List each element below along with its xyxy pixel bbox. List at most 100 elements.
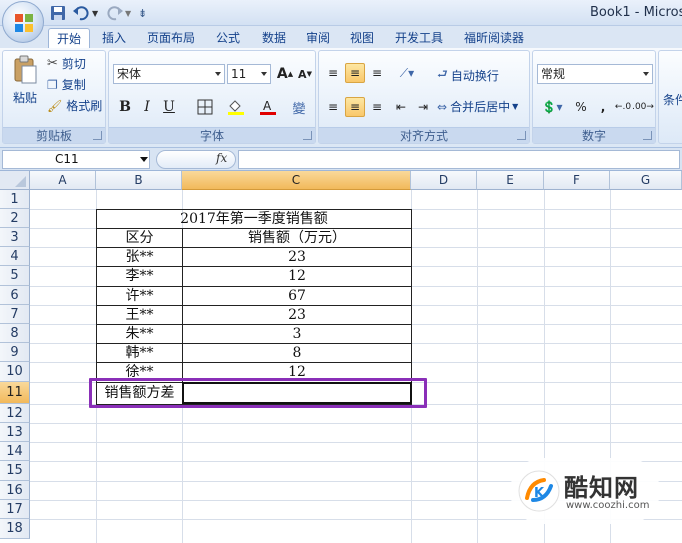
tab-page-layout[interactable]: 页面布局	[140, 28, 202, 48]
table-cell-name[interactable]: 许**	[97, 286, 182, 305]
fill-color-button[interactable]	[223, 97, 249, 117]
row-header-15[interactable]: 15	[0, 461, 30, 481]
clipboard-launcher-icon[interactable]	[93, 131, 102, 140]
cut-button[interactable]: ✂ 剪切	[47, 55, 86, 72]
tab-review[interactable]: 审阅	[298, 28, 338, 48]
select-all-button[interactable]	[0, 171, 30, 190]
row-header-16[interactable]: 16	[0, 481, 30, 500]
row-header-10[interactable]: 10	[0, 362, 30, 382]
format-painter-button[interactable]: 🖌 格式刷	[47, 97, 102, 114]
font-launcher-icon[interactable]	[303, 131, 312, 140]
number-launcher-icon[interactable]	[643, 131, 652, 140]
column-header-g[interactable]: G	[610, 171, 682, 190]
font-size-combo[interactable]: 11	[227, 64, 271, 84]
orientation-button[interactable]: ⟋▾	[393, 63, 421, 83]
font-name-combo[interactable]: 宋体	[113, 64, 225, 84]
redo-button[interactable]: ▼	[106, 4, 134, 22]
increase-decimal-button[interactable]: ←.0	[613, 97, 633, 117]
undo-dropdown-icon[interactable]: ▼	[92, 9, 98, 18]
decrease-indent-button[interactable]: ⇤	[391, 97, 411, 117]
row-header-12[interactable]: 12	[0, 404, 30, 423]
alignment-launcher-icon[interactable]	[517, 131, 526, 140]
row-header-6[interactable]: 6	[0, 286, 30, 305]
chevron-down-icon[interactable]	[140, 157, 148, 162]
wrap-text-button[interactable]: ⮐ 自动换行	[437, 65, 499, 86]
column-header-a[interactable]: A	[30, 171, 96, 190]
table-cell-name[interactable]: 王**	[97, 305, 182, 324]
align-middle-button[interactable]: ≡	[345, 63, 365, 83]
row-header-4[interactable]: 4	[0, 247, 30, 266]
comma-button[interactable]: ,	[593, 97, 613, 117]
redo-dropdown-icon[interactable]: ▼	[125, 9, 131, 18]
column-header-e[interactable]: E	[477, 171, 544, 190]
save-button[interactable]	[50, 4, 68, 22]
header-sales-cell[interactable]: 销售额（万元）	[183, 228, 411, 247]
align-center-button[interactable]: ≡	[345, 97, 365, 117]
name-box[interactable]: C11	[2, 150, 150, 169]
align-bottom-button[interactable]: ≡	[367, 63, 387, 83]
scissors-icon: ✂	[47, 56, 58, 71]
tab-home[interactable]: 开始	[48, 28, 90, 48]
decrease-decimal-button[interactable]: .00→	[632, 97, 654, 117]
row-header-2[interactable]: 2	[0, 209, 30, 228]
tab-formulas[interactable]: 公式	[208, 28, 248, 48]
column-header-c[interactable]: C	[182, 171, 411, 190]
italic-button[interactable]: I	[137, 97, 157, 117]
column-header-d[interactable]: D	[411, 171, 477, 190]
percent-button[interactable]: %	[571, 97, 591, 117]
table-cell-name[interactable]: 张**	[97, 247, 182, 266]
sheet-title-cell[interactable]: 2017年第一季度销售额	[97, 209, 411, 228]
underline-button[interactable]: U	[159, 97, 179, 117]
shrink-font-button[interactable]: A ▼	[295, 64, 315, 84]
table-cell-value[interactable]: 23	[183, 247, 411, 266]
increase-indent-button[interactable]: ⇥	[413, 97, 433, 117]
table-cell-name[interactable]: 李**	[97, 266, 182, 286]
accounting-format-button[interactable]: 💲▾	[537, 97, 567, 117]
svg-text:A: A	[263, 99, 272, 113]
table-cell-value[interactable]: 67	[183, 286, 411, 305]
row-header-14[interactable]: 14	[0, 442, 30, 461]
column-header-f[interactable]: F	[544, 171, 610, 190]
copy-button[interactable]: ❐ 复制	[47, 76, 86, 93]
insert-function-icon[interactable]: fx	[216, 151, 227, 165]
phonetic-button[interactable]: 變	[287, 97, 311, 117]
align-top-button[interactable]: ≡	[323, 63, 343, 83]
row-header-8[interactable]: 8	[0, 324, 30, 343]
conditional-formatting-button[interactable]: 条件	[663, 91, 682, 108]
table-cell-value[interactable]: 12	[183, 266, 411, 286]
align-right-button[interactable]: ≡	[367, 97, 387, 117]
row-header-5[interactable]: 5	[0, 266, 30, 286]
font-color-button[interactable]: A	[255, 97, 281, 117]
table-cell-value[interactable]: 8	[183, 343, 411, 362]
row-header-9[interactable]: 9	[0, 343, 30, 362]
header-category-cell[interactable]: 区分	[97, 228, 182, 247]
paste-button[interactable]: 粘贴	[9, 55, 41, 106]
row-header-11[interactable]: 11	[0, 382, 30, 404]
bold-button[interactable]: B	[115, 97, 135, 117]
formula-input[interactable]	[238, 150, 680, 169]
tab-data[interactable]: 数据	[254, 28, 294, 48]
table-cell-value[interactable]: 23	[183, 305, 411, 324]
tab-foxit-reader[interactable]: 福昕阅读器	[458, 28, 530, 48]
table-cell-name[interactable]: 韩**	[97, 343, 182, 362]
row-header-13[interactable]: 13	[0, 423, 30, 442]
number-format-combo[interactable]: 常规	[537, 64, 653, 84]
column-header-b[interactable]: B	[96, 171, 182, 190]
row-header-17[interactable]: 17	[0, 500, 30, 519]
row-header-7[interactable]: 7	[0, 305, 30, 324]
customize-qat-icon[interactable]: ⇟	[138, 4, 152, 22]
row-header-3[interactable]: 3	[0, 228, 30, 247]
grow-font-button[interactable]: A ▲	[275, 64, 295, 84]
row-header-18[interactable]: 18	[0, 519, 30, 539]
borders-button[interactable]	[193, 97, 217, 117]
undo-button[interactable]: ▼	[72, 4, 102, 22]
tab-developer[interactable]: 开发工具	[388, 28, 450, 48]
table-cell-name[interactable]: 朱**	[97, 324, 182, 343]
align-left-button[interactable]: ≡	[323, 97, 343, 117]
tab-view[interactable]: 视图	[342, 28, 382, 48]
office-button[interactable]	[2, 1, 44, 43]
table-cell-value[interactable]: 3	[183, 324, 411, 343]
row-header-1[interactable]: 1	[0, 190, 30, 209]
merge-center-button[interactable]: ⇔ 合并后居中 ▼	[437, 98, 518, 115]
tab-insert[interactable]: 插入	[94, 28, 134, 48]
